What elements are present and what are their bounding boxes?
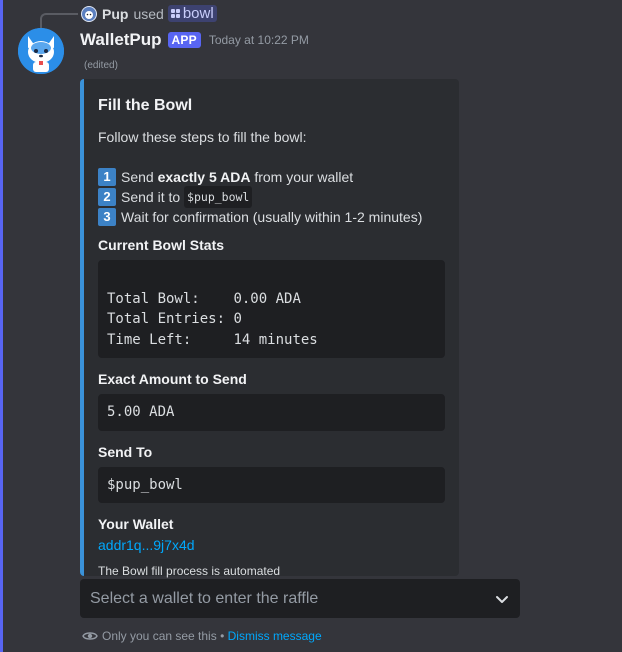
- reply-username[interactable]: Pup: [102, 6, 128, 22]
- dismiss-message-link[interactable]: Dismiss message: [228, 629, 322, 643]
- step-3-text: Wait for confirmation (usually within 1-…: [121, 209, 423, 225]
- embed-intro: Follow these steps to fill the bowl:: [98, 129, 307, 145]
- step-3: 3 Wait for confirmation (usually within …: [98, 207, 445, 227]
- slash-command-chip[interactable]: bowl: [167, 5, 217, 22]
- wallet-address-link[interactable]: addr1q...9j7x4d: [98, 537, 445, 553]
- sendto-field-name: Send To: [98, 443, 153, 460]
- stats-codeblock: Total Bowl: 0.00 ADA Total Entries: 0 Time…: [98, 260, 445, 358]
- message-timestamp[interactable]: Today at 10:22 PM: [209, 33, 309, 47]
- stats-label: Total Bowl:: [107, 290, 234, 307]
- bot-avatar[interactable]: [18, 28, 64, 74]
- bot-username[interactable]: WalletPup: [80, 30, 162, 50]
- app-command-icon: [170, 9, 180, 18]
- step-2-code: $pup_bowl: [184, 186, 253, 208]
- step-1-bold: exactly 5 ADA: [157, 169, 251, 185]
- amount-field-name: Exact Amount to Send: [98, 371, 247, 387]
- reply-verb: used: [133, 5, 164, 22]
- stats-label: Total Entries:: [107, 311, 234, 327]
- stats-value: 0.00 ADA: [233, 290, 301, 307]
- stats-field-name: Current Bowl Stats: [98, 237, 225, 253]
- eye-icon: [82, 632, 98, 640]
- app-badge: APP: [167, 32, 201, 48]
- reply-avatar[interactable]: [81, 5, 97, 22]
- command-name: bowl: [182, 5, 214, 22]
- sendto-codeblock: $pup_bowl: [98, 466, 445, 503]
- step-number-badge: 1: [98, 168, 116, 186]
- embed-card: Fill the Bowl Follow these steps to fill…: [80, 79, 459, 578]
- step-2-pre: Send it to: [121, 189, 185, 205]
- wallet-select-placeholder: Select a wallet to enter the raffle: [90, 589, 319, 607]
- amount-codeblock: 5.00 ADA: [98, 394, 445, 431]
- embed-footer: The Bowl fill process is automated: [98, 564, 281, 578]
- reply-reference[interactable]: Pup used bowl: [81, 5, 217, 22]
- ephemeral-text: Only you can see this: [102, 629, 217, 643]
- message-header: WalletPup APP Today at 10:22 PM: [80, 30, 309, 50]
- stats-row: Total Bowl: 0.00 ADA: [107, 289, 436, 310]
- step-2: 2 Send it to $pup_bowl: [98, 186, 445, 208]
- embed-description: Follow these steps to fill the bowl: 1 S…: [98, 127, 445, 227]
- embed-title: Fill the Bowl: [98, 97, 193, 114]
- chevron-down-icon: [496, 595, 508, 603]
- step-1-post: from your wallet: [250, 169, 354, 185]
- stats-value: 0: [233, 311, 242, 327]
- pup-avatar-icon: [82, 6, 96, 21]
- stats-row: Total Entries: 0: [107, 309, 436, 330]
- walletpup-logo-icon: [18, 28, 64, 74]
- wallet-select[interactable]: Select a wallet to enter the raffle: [80, 579, 520, 618]
- mention-indicator-bar: [0, 0, 3, 652]
- step-number-badge: 3: [98, 208, 116, 226]
- stats-value: 14 minutes: [233, 331, 318, 348]
- step-1: 1 Send exactly 5 ADA from your wallet: [98, 167, 445, 187]
- ephemeral-notice: Only you can see this • Dismiss message: [82, 628, 322, 644]
- stats-row: Time Left: 14 minutes: [107, 330, 436, 351]
- stats-label: Time Left:: [107, 331, 234, 348]
- step-1-pre: Send: [121, 169, 158, 185]
- step-number-badge: 2: [98, 188, 116, 206]
- wallet-field-name: Your Wallet: [98, 516, 174, 532]
- ephemeral-separator: •: [216, 629, 228, 643]
- edited-label: (edited): [84, 60, 118, 71]
